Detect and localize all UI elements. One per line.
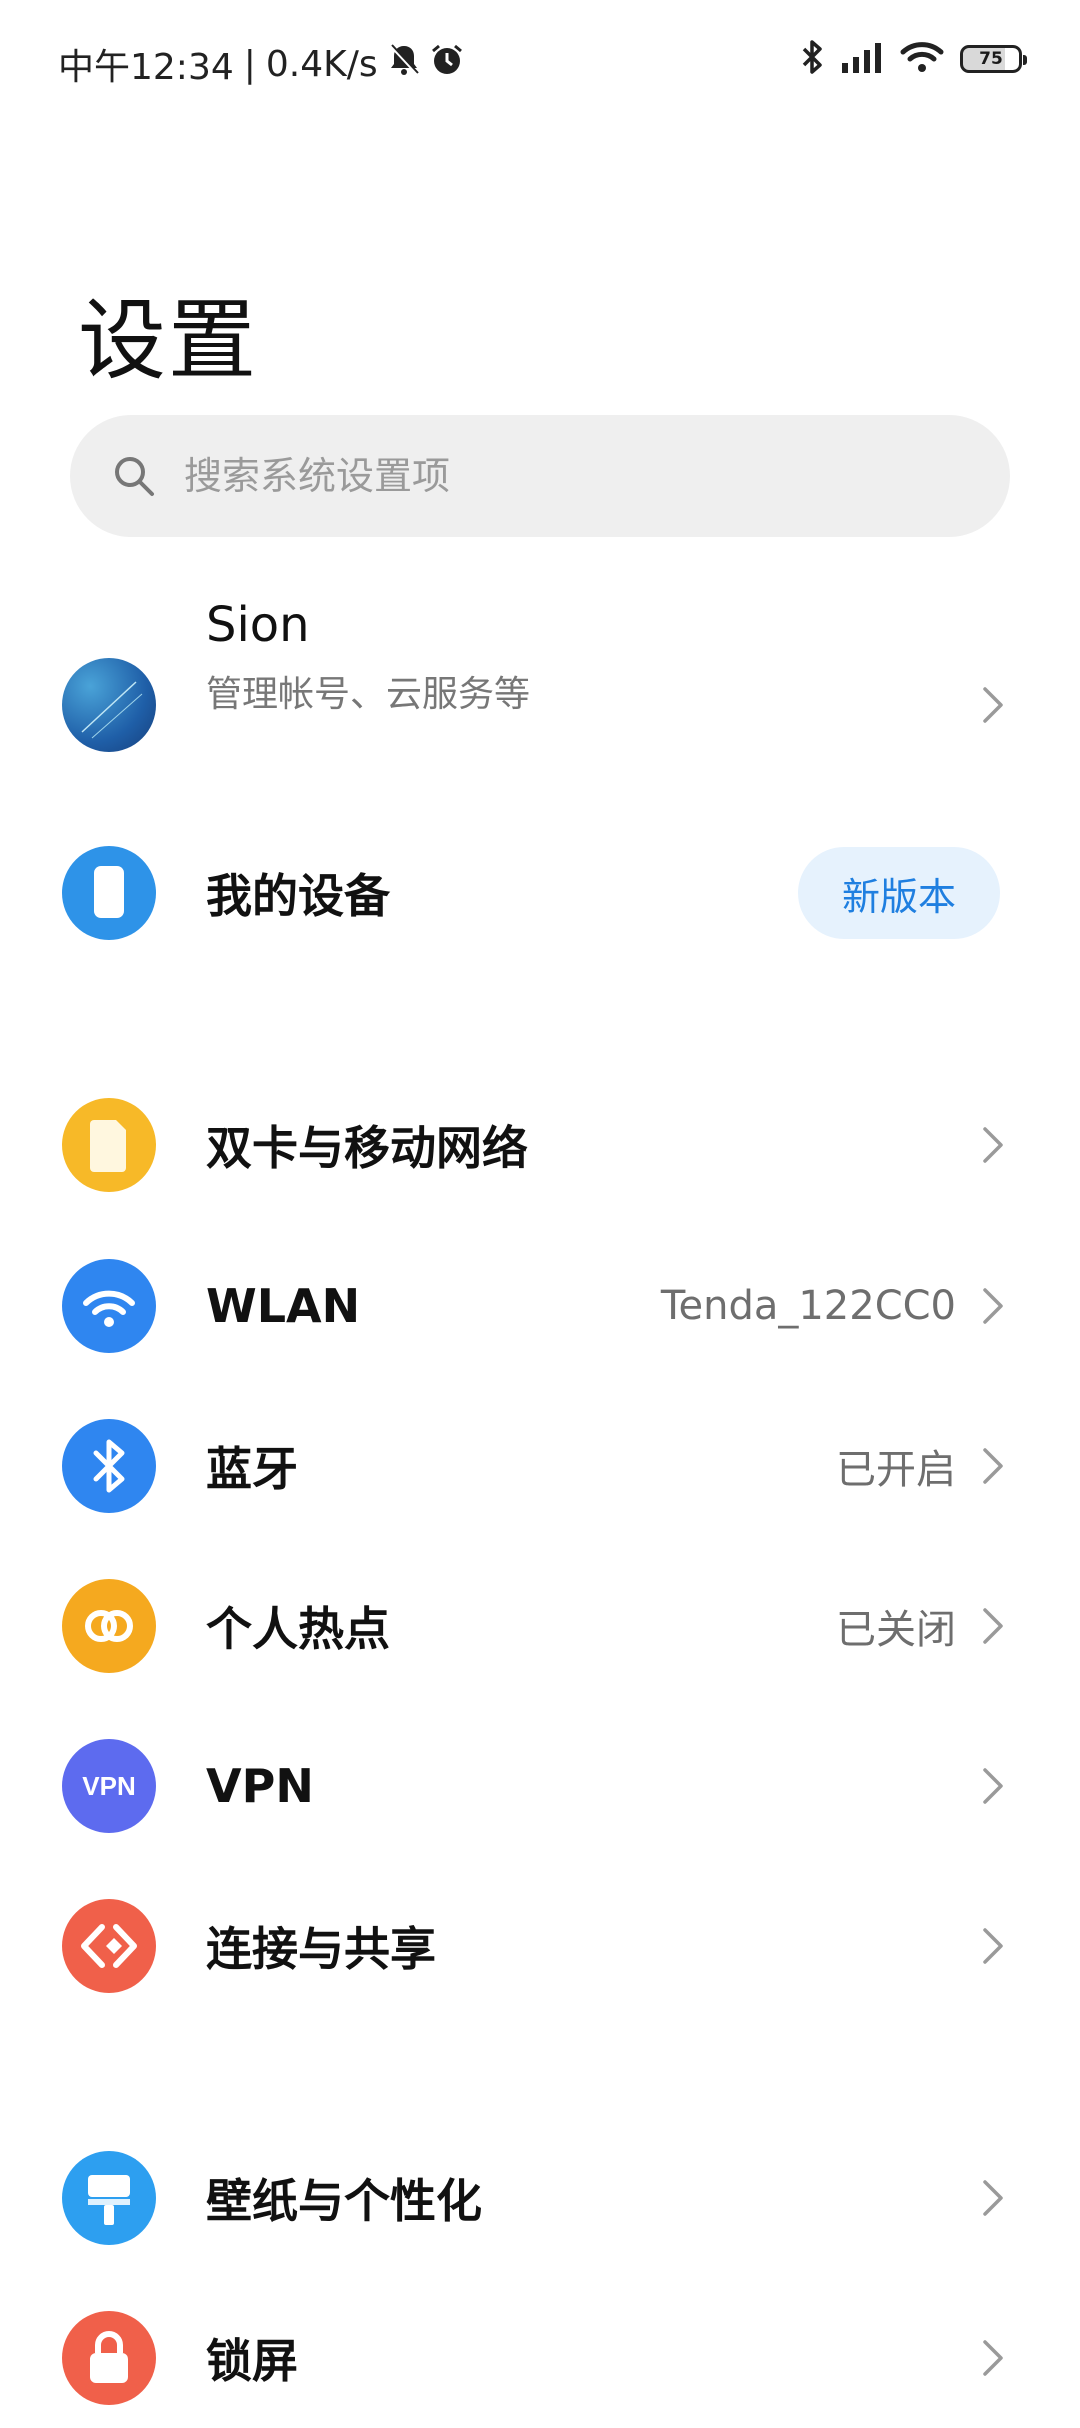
chevron-right-icon	[983, 1768, 1003, 1804]
search-input[interactable]	[182, 453, 886, 499]
paint-brush-icon	[62, 2151, 156, 2245]
wifi-status-icon	[900, 40, 944, 78]
settings-item-hotspot[interactable]: 个人热点 已关闭	[0, 1556, 1080, 1696]
battery-icon: 75	[960, 45, 1027, 73]
my-device-row[interactable]: 我的设备 新版本	[0, 823, 1080, 963]
hotspot-icon	[62, 1579, 156, 1673]
lock-icon	[62, 2311, 156, 2405]
settings-item-lock-screen[interactable]: 锁屏	[0, 2288, 1080, 2428]
item-label: 连接与共享	[206, 1922, 436, 1976]
alarm-icon	[430, 43, 464, 86]
settings-item-wlan[interactable]: WLAN Tenda_122CC0	[0, 1236, 1080, 1376]
chevron-right-icon	[983, 1288, 1003, 1324]
connection-share-icon	[62, 1899, 156, 1993]
chevron-right-icon	[983, 2340, 1003, 2376]
item-label: 个人热点	[206, 1602, 390, 1656]
device-icon	[62, 846, 156, 940]
settings-item-bluetooth[interactable]: 蓝牙 已开启	[0, 1396, 1080, 1536]
search-icon	[115, 457, 154, 496]
silent-bell-icon	[388, 43, 420, 86]
sim-card-icon	[62, 1098, 156, 1192]
chevron-right-icon	[983, 1608, 1003, 1644]
status-network-speed: 0.4K/s	[265, 43, 378, 85]
status-left: 中午12:34 | 0.4K/s	[58, 38, 464, 90]
avatar-graphic	[81, 681, 143, 739]
chevron-right-icon	[983, 1448, 1003, 1484]
battery-level: 75	[979, 49, 1003, 69]
new-version-badge[interactable]: 新版本	[798, 847, 1000, 939]
settings-item-connection-sharing[interactable]: 连接与共享	[0, 1876, 1080, 2016]
my-device-label: 我的设备	[206, 869, 390, 923]
signal-icon	[840, 41, 884, 77]
item-value: 已关闭	[836, 1607, 956, 1653]
status-right: 75	[800, 40, 1027, 78]
bluetooth-status-icon	[800, 40, 824, 78]
status-bar: 中午12:34 | 0.4K/s 75	[0, 0, 1080, 120]
chevron-right-icon	[983, 2180, 1003, 2216]
account-subtitle: 管理帐号、云服务等	[206, 674, 531, 715]
account-row[interactable]: Sion 管理帐号、云服务等	[0, 597, 1080, 775]
settings-item-sim[interactable]: 双卡与移动网络	[0, 1075, 1080, 1215]
page-title: 设置	[78, 289, 259, 392]
item-label: 壁纸与个性化	[206, 2174, 482, 2228]
settings-item-vpn[interactable]: VPN VPN	[0, 1716, 1080, 1856]
chevron-right-icon	[983, 1127, 1003, 1163]
chevron-right-icon	[983, 687, 1003, 723]
account-avatar	[62, 658, 156, 752]
status-separator: |	[243, 43, 256, 85]
account-name: Sion	[206, 597, 310, 653]
item-label: WLAN	[206, 1279, 361, 1333]
wifi-icon	[62, 1259, 156, 1353]
vpn-icon-text: VPN	[82, 1770, 136, 1801]
vpn-icon: VPN	[62, 1739, 156, 1833]
item-value: 已开启	[836, 1447, 956, 1493]
item-label: 双卡与移动网络	[206, 1121, 528, 1175]
item-label: 蓝牙	[206, 1442, 298, 1496]
item-value: Tenda_122CC0	[660, 1283, 956, 1329]
item-label: 锁屏	[206, 2334, 298, 2388]
bluetooth-icon	[62, 1419, 156, 1513]
status-time: 中午12:34	[58, 47, 234, 88]
chevron-right-icon	[983, 1928, 1003, 1964]
settings-item-wallpaper[interactable]: 壁纸与个性化	[0, 2128, 1080, 2268]
search-bar[interactable]	[70, 415, 1010, 537]
item-label: VPN	[206, 1759, 314, 1813]
